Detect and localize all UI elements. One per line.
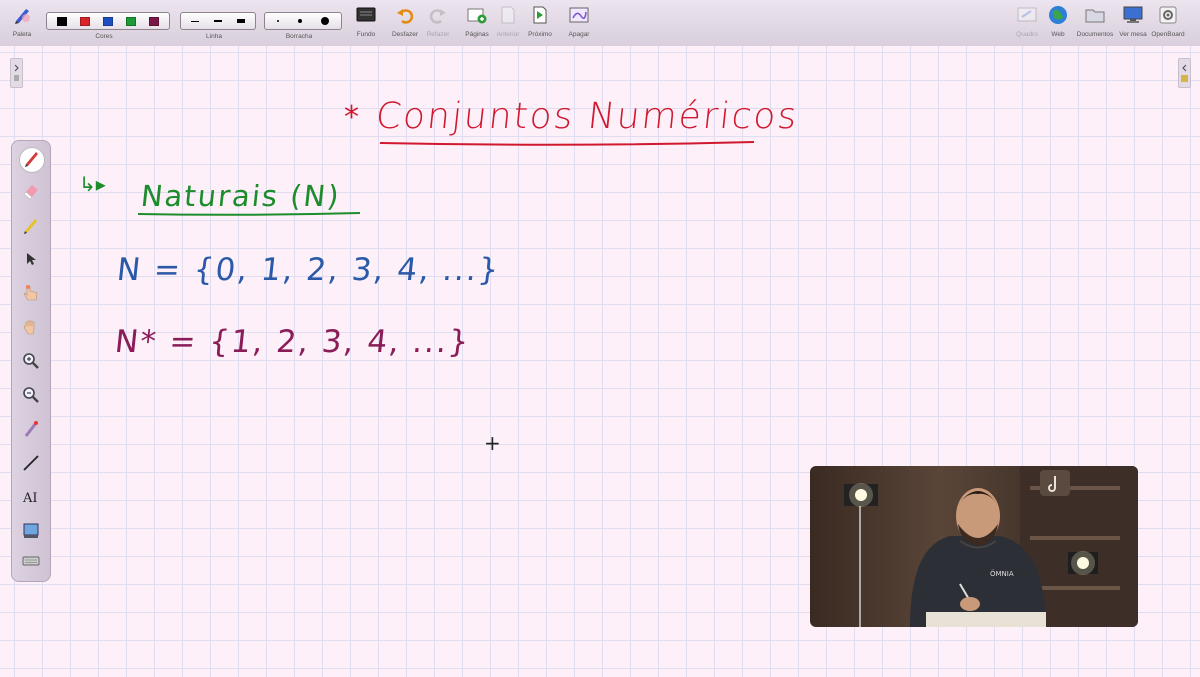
eraser-small-option[interactable] — [277, 20, 280, 22]
line-thin-option[interactable] — [191, 20, 200, 22]
board-title: Conjuntos Numéricos — [373, 96, 801, 137]
pen-tool-button[interactable] — [19, 147, 45, 173]
background-icon — [355, 4, 377, 26]
pages-button[interactable]: Páginas — [464, 4, 490, 44]
pointer-hand-tool-button[interactable] — [19, 283, 43, 307]
eraser-medium-option[interactable] — [297, 19, 302, 23]
erase-all-button[interactable]: Apagar — [566, 4, 592, 44]
hand-grab-tool-icon — [22, 318, 40, 341]
svg-text:AI: AI — [22, 491, 38, 506]
color-swatch-purple[interactable] — [149, 16, 160, 26]
documents-label: Documentos — [1076, 31, 1114, 38]
undo-icon — [394, 4, 416, 26]
erase-all-icon — [568, 4, 590, 26]
highlighter-tool-icon — [22, 216, 40, 239]
color-swatch-blue[interactable] — [102, 16, 113, 26]
board-mode-button[interactable]: Quadro — [1012, 4, 1042, 44]
zoom-out-tool-button[interactable] — [19, 385, 43, 409]
desktop-icon — [1122, 4, 1144, 26]
naturals-set-definition: N = {0, 1, 2, 3, 4, ...} — [115, 252, 502, 288]
folder-icon — [1084, 4, 1106, 26]
board-icon — [1016, 4, 1038, 26]
selector-tool-icon — [23, 251, 39, 272]
previous-page-icon — [497, 4, 519, 26]
add-page-icon — [466, 4, 488, 26]
presenter-video-frame: ÖMNIA — [810, 466, 1138, 627]
laser-pointer-tool-button[interactable] — [19, 419, 43, 443]
pages-label: Páginas — [465, 31, 489, 38]
background-button[interactable]: Fundo — [352, 4, 380, 44]
right-panel-toggle[interactable] — [1178, 58, 1191, 88]
background-label: Fundo — [356, 31, 376, 38]
eraser-size-group — [264, 12, 342, 30]
settings-gear-icon — [1157, 4, 1179, 26]
pointer-hand-tool-icon — [22, 284, 40, 307]
globe-icon — [1047, 4, 1069, 26]
capture-tool-button[interactable] — [19, 521, 43, 545]
text-tool-icon: AI — [22, 488, 40, 511]
laser-pointer-tool-icon — [22, 420, 40, 443]
desktop-label: Ver mesa — [1119, 31, 1147, 38]
undo-label: Desfazer — [391, 31, 418, 38]
eraser-large-option[interactable] — [320, 17, 329, 25]
text-tool-button[interactable]: AI — [19, 487, 43, 511]
previous-page-label: Anterior — [496, 31, 520, 38]
line-medium-option[interactable] — [213, 20, 222, 22]
presenter-webcam-overlay: ÖMNIA — [810, 466, 1138, 627]
nonzero-naturals-set-definition: N* = {1, 2, 3, 4, ...} — [113, 324, 473, 360]
color-swatch-green[interactable] — [126, 16, 137, 26]
section-underline — [137, 212, 361, 216]
palette-pen-icon — [11, 4, 33, 26]
section-heading-naturais: Naturais (N) — [139, 179, 343, 213]
eraser-label: Borracha — [285, 33, 313, 40]
previous-page-button[interactable]: Anterior — [494, 4, 522, 44]
eraser-tool-button[interactable] — [19, 181, 43, 205]
palette-button[interactable]: Paleta — [10, 4, 34, 44]
openboard-label: OpenBoard — [1151, 31, 1185, 38]
color-swatch-black[interactable] — [56, 16, 67, 26]
left-panel-toggle[interactable] — [10, 58, 23, 88]
next-page-icon — [529, 4, 551, 26]
line-label: Linha — [206, 33, 222, 40]
undo-button[interactable]: Desfazer — [390, 4, 420, 44]
board-label: Quadro — [1016, 31, 1038, 38]
eraser-tool-icon — [22, 182, 40, 205]
redo-label: Refazer — [426, 31, 450, 38]
zoom-out-tool-icon — [22, 386, 40, 409]
openboard-menu-button[interactable]: OpenBoard — [1151, 4, 1185, 44]
next-page-button[interactable]: Próximo — [526, 4, 554, 44]
keyboard-tool-icon — [22, 554, 40, 572]
title-asterisk: * — [344, 100, 359, 135]
highlighter-tool-button[interactable] — [19, 215, 43, 239]
erase-all-label: Apagar — [568, 31, 590, 38]
capture-tool-icon — [22, 522, 40, 545]
hand-grab-tool-button[interactable] — [19, 317, 43, 341]
crosshair-cursor: + — [484, 431, 501, 455]
svg-text:ÖMNIA: ÖMNIA — [990, 569, 1014, 578]
zoom-in-tool-icon — [22, 352, 40, 375]
next-page-label: Próximo — [528, 31, 552, 38]
palette-label: Paleta — [12, 31, 32, 38]
title-underline — [379, 141, 755, 146]
selector-tool-button[interactable] — [19, 249, 43, 273]
keyboard-tool-button[interactable] — [19, 551, 43, 575]
web-button[interactable]: Web — [1045, 4, 1071, 44]
bullet-arrow: ↳▸ — [79, 172, 106, 196]
redo-button[interactable]: Refazer — [423, 4, 453, 44]
top-toolbar: Paleta Cores Linha Borracha Fundo Desfaz… — [0, 0, 1200, 47]
line-tool-icon — [22, 454, 40, 477]
color-swatch-red[interactable] — [79, 16, 90, 26]
web-label: Web — [1051, 31, 1065, 38]
line-tool-button[interactable] — [19, 453, 43, 477]
zoom-in-tool-button[interactable] — [19, 351, 43, 375]
pen-tool-icon — [23, 149, 41, 172]
line-width-group — [180, 12, 256, 30]
documents-button[interactable]: Documentos — [1075, 4, 1115, 44]
color-picker-group — [46, 12, 170, 30]
line-thick-option[interactable] — [236, 19, 245, 23]
tool-palette: AI — [11, 140, 51, 582]
desktop-button[interactable]: Ver mesa — [1119, 4, 1147, 44]
colors-label: Cores — [95, 33, 113, 40]
redo-icon — [427, 4, 449, 26]
